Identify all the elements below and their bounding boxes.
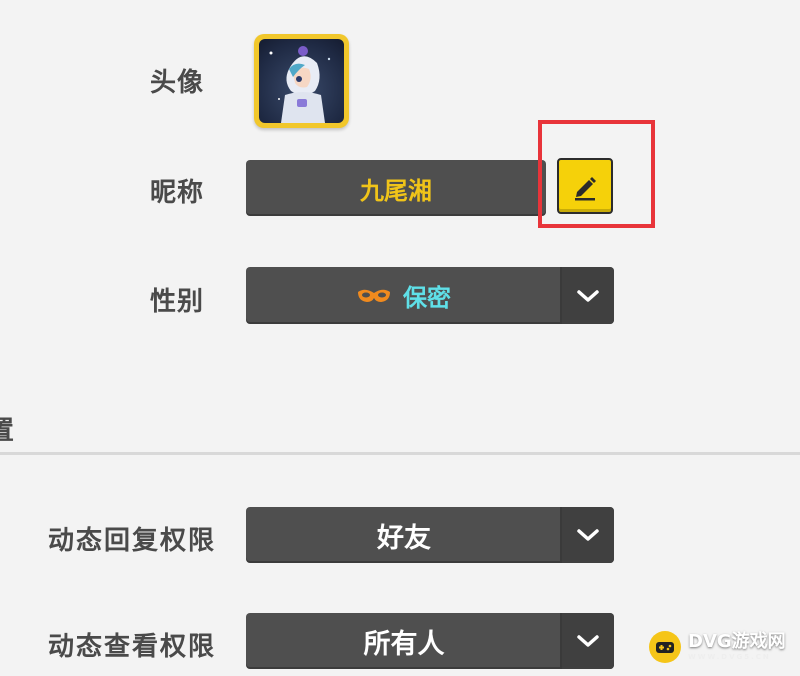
nickname-field[interactable]: 九尾湘 bbox=[246, 160, 546, 216]
highlight-box bbox=[538, 120, 655, 228]
section-heading: 置 bbox=[0, 416, 16, 446]
mask-icon bbox=[358, 289, 390, 302]
gender-label: 性别 bbox=[150, 287, 205, 317]
view-permission-value: 所有人 bbox=[363, 628, 445, 660]
nickname-label: 昵称 bbox=[150, 178, 205, 208]
gamepad-logo-icon bbox=[649, 631, 681, 663]
chevron-down-icon bbox=[577, 289, 599, 302]
gender-dropdown-toggle[interactable] bbox=[560, 267, 614, 324]
gender-dropdown[interactable]: 保密 bbox=[246, 267, 614, 324]
avatar[interactable] bbox=[254, 34, 349, 128]
chevron-down-icon bbox=[577, 635, 599, 647]
view-permission-dropdown[interactable]: 所有人 bbox=[246, 613, 614, 669]
character-illustration bbox=[269, 46, 331, 123]
gender-value: 保密 bbox=[403, 284, 451, 312]
avatar-label: 头像 bbox=[150, 68, 205, 98]
reply-permission-label: 动态回复权限 bbox=[48, 526, 217, 556]
reply-permission-value: 好友 bbox=[377, 522, 431, 554]
avatar-image bbox=[259, 39, 344, 123]
nickname-value: 九尾湘 bbox=[360, 176, 432, 205]
watermark-domain: WWW.DVG5.CN bbox=[688, 653, 771, 661]
reply-permission-toggle[interactable] bbox=[560, 507, 614, 563]
reply-permission-dropdown[interactable]: 好友 bbox=[246, 507, 614, 563]
watermark: DVG游戏网 WWW.DVG5.CN bbox=[648, 630, 786, 664]
view-permission-toggle[interactable] bbox=[560, 613, 614, 669]
watermark-brand: DVG游戏网 bbox=[688, 631, 786, 652]
section-divider bbox=[0, 452, 800, 455]
chevron-down-icon bbox=[577, 529, 599, 541]
gender-display: 保密 bbox=[246, 267, 562, 324]
view-permission-label: 动态查看权限 bbox=[48, 632, 217, 662]
